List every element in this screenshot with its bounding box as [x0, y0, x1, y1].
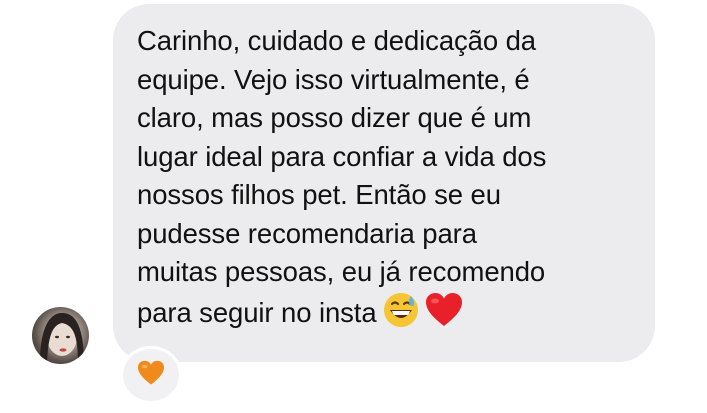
message-line: equipe. Vejo isso virtualmente, é: [137, 63, 530, 95]
message-line: pudesse recomendaria para: [137, 217, 477, 249]
message-line: Carinho, cuidado e dedicação da: [137, 25, 536, 56]
chat-canvas: Carinho, cuidado e dedicação da equipe. …: [0, 0, 707, 413]
message-line-last: para seguir no insta: [137, 292, 637, 339]
message-line: muitas pessoas, eu já recomendo: [137, 256, 546, 287]
message-line: lugar ideal para confiar a vida dos: [137, 140, 547, 172]
message-line: nossos filhos pet. Então se eu: [137, 179, 501, 210]
avatar-photo: [40, 313, 84, 364]
sender-avatar[interactable]: [32, 307, 89, 364]
message-line: para seguir no insta: [137, 296, 377, 328]
message-text: Carinho, cuidado e dedicação da equipe. …: [137, 22, 637, 338]
grinning-sweat-emoji-icon: [383, 292, 419, 339]
message-line: claro, mas posso dizer que é um: [137, 102, 532, 133]
red-heart-emoji-icon: [425, 292, 463, 339]
reaction-badge[interactable]: [120, 346, 182, 404]
orange-heart-icon: [137, 360, 165, 391]
